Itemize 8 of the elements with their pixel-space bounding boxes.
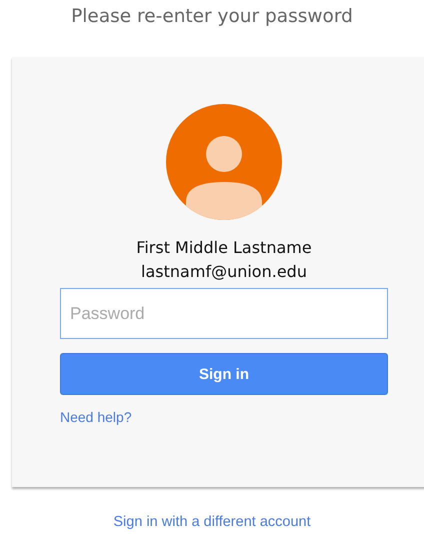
password-field[interactable]: Password	[60, 288, 388, 339]
account-name: First Middle Lastname	[135, 237, 313, 259]
account-email: lastnamf@union.edu	[140, 261, 308, 283]
sign-in-button[interactable]: Sign in	[60, 353, 388, 395]
need-help-link[interactable]: Need help?	[60, 409, 132, 425]
page-heading: Please re-enter your password	[70, 6, 354, 29]
switch-account-link[interactable]: Sign in with a different account	[113, 514, 311, 530]
avatar-icon	[166, 104, 282, 220]
